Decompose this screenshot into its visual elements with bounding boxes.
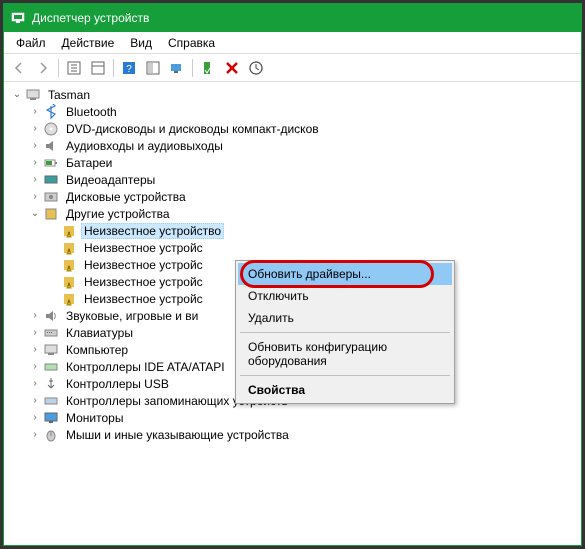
tree-item-dvd[interactable]: › DVD-дисководы и дисководы компакт-диск… xyxy=(6,120,581,137)
warning-icon: ! xyxy=(61,274,77,290)
tree-item-other[interactable]: ⌄ Другие устройства xyxy=(6,205,581,222)
warning-icon: ! xyxy=(61,291,77,307)
usb-icon xyxy=(43,376,59,392)
disk-icon xyxy=(43,189,59,205)
uninstall-button[interactable] xyxy=(221,57,243,79)
mouse-icon xyxy=(43,427,59,443)
update-driver-button[interactable] xyxy=(245,57,267,79)
context-properties[interactable]: Свойства xyxy=(238,379,452,401)
context-scan-hardware[interactable]: Обновить конфигурацию оборудования xyxy=(238,336,452,372)
separator xyxy=(240,332,450,333)
view-details-button[interactable] xyxy=(142,57,164,79)
tree-item-monitor[interactable]: › Мониторы xyxy=(6,409,581,426)
help-button[interactable]: ? xyxy=(118,57,140,79)
menu-file[interactable]: Файл xyxy=(8,34,54,52)
computer-icon xyxy=(43,342,59,358)
menubar: Файл Действие Вид Справка xyxy=(4,32,581,54)
warning-icon: ! xyxy=(61,257,77,273)
controller-icon xyxy=(43,359,59,375)
app-icon xyxy=(10,10,26,26)
separator xyxy=(192,59,193,77)
chevron-right-icon[interactable]: › xyxy=(28,360,42,374)
tree-item-battery[interactable]: › Батареи xyxy=(6,154,581,171)
audio-icon xyxy=(43,138,59,154)
chevron-right-icon[interactable]: › xyxy=(28,105,42,119)
display-adapter-icon xyxy=(43,172,59,188)
forward-button[interactable] xyxy=(32,57,54,79)
monitor-icon xyxy=(43,410,59,426)
chevron-right-icon[interactable]: › xyxy=(28,428,42,442)
chevron-right-icon[interactable]: › xyxy=(28,173,42,187)
keyboard-icon xyxy=(43,325,59,341)
enable-button[interactable] xyxy=(197,57,219,79)
menu-help[interactable]: Справка xyxy=(160,34,223,52)
separator xyxy=(240,375,450,376)
context-delete[interactable]: Удалить xyxy=(238,307,452,329)
chevron-right-icon[interactable]: › xyxy=(28,411,42,425)
chevron-right-icon[interactable]: › xyxy=(28,156,42,170)
storage-icon xyxy=(43,393,59,409)
chevron-right-icon[interactable]: › xyxy=(28,343,42,357)
tree-item-mouse[interactable]: › Мыши и иные указывающие устройства xyxy=(6,426,581,443)
separator xyxy=(113,59,114,77)
chevron-right-icon[interactable]: › xyxy=(28,394,42,408)
window-title: Диспетчер устройств xyxy=(32,11,149,25)
menu-view[interactable]: Вид xyxy=(122,34,160,52)
scan-hardware-button[interactable] xyxy=(166,57,188,79)
sound-icon xyxy=(43,308,59,324)
tree-root[interactable]: ⌄ Tasman xyxy=(6,86,581,103)
battery-icon xyxy=(43,155,59,171)
warning-icon: ! xyxy=(61,240,77,256)
chevron-down-icon[interactable]: ⌄ xyxy=(28,207,42,221)
context-disable[interactable]: Отключить xyxy=(238,285,452,307)
context-update-drivers[interactable]: Обновить драйверы... xyxy=(238,263,452,285)
warning-icon: ! xyxy=(61,223,77,239)
other-icon xyxy=(43,206,59,222)
chevron-right-icon[interactable]: › xyxy=(28,139,42,153)
chevron-down-icon[interactable]: ⌄ xyxy=(10,88,24,102)
tree-item-unknown-2[interactable]: ! Неизвестное устройс xyxy=(6,239,581,256)
chevron-right-icon[interactable]: › xyxy=(28,190,42,204)
tree-item-disk[interactable]: › Дисковые устройства xyxy=(6,188,581,205)
back-button[interactable] xyxy=(8,57,30,79)
tree-item-bluetooth[interactable]: › Bluetooth xyxy=(6,103,581,120)
properties-button[interactable] xyxy=(87,57,109,79)
chevron-right-icon[interactable]: › xyxy=(28,122,42,136)
disc-icon xyxy=(43,121,59,137)
chevron-right-icon[interactable]: › xyxy=(28,309,42,323)
tree-item-unknown-1[interactable]: ! Неизвестное устройство xyxy=(6,222,581,239)
menu-action[interactable]: Действие xyxy=(54,34,123,52)
show-hide-tree-button[interactable] xyxy=(63,57,85,79)
svg-text:?: ? xyxy=(126,64,132,75)
separator xyxy=(58,59,59,77)
toolbar: ? xyxy=(4,54,581,82)
computer-icon xyxy=(25,87,41,103)
tree-item-audio[interactable]: › Аудиовходы и аудиовыходы xyxy=(6,137,581,154)
tree-item-video[interactable]: › Видеоадаптеры xyxy=(6,171,581,188)
chevron-right-icon[interactable]: › xyxy=(28,377,42,391)
bluetooth-icon xyxy=(43,104,59,120)
context-menu: Обновить драйверы... Отключить Удалить О… xyxy=(235,260,455,404)
chevron-right-icon[interactable]: › xyxy=(28,326,42,340)
titlebar: Диспетчер устройств xyxy=(4,4,581,32)
